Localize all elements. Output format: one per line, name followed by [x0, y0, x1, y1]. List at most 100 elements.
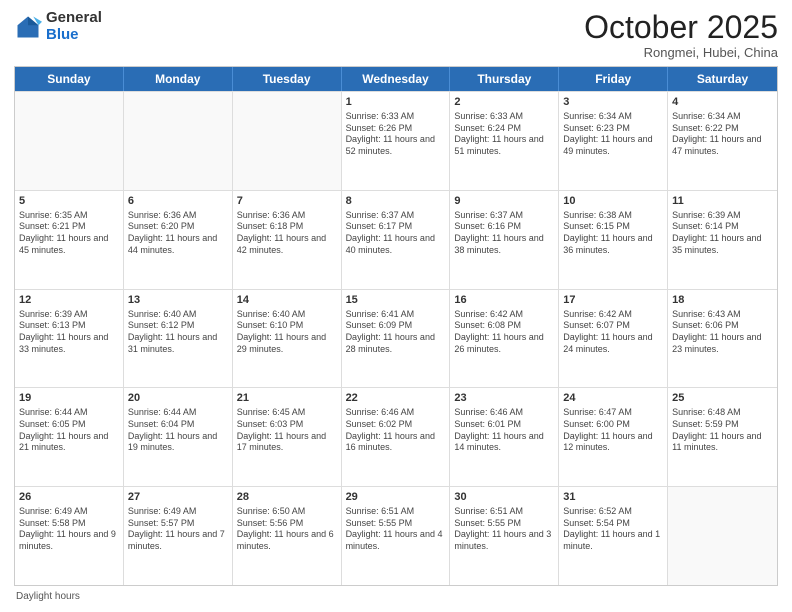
day-info: Sunrise: 6:47 AM Sunset: 6:00 PM Dayligh… — [563, 407, 663, 454]
day-number: 22 — [346, 391, 446, 406]
day-number: 3 — [563, 95, 663, 110]
day-number: 6 — [128, 194, 228, 209]
day-number: 19 — [19, 391, 119, 406]
day-cell-10: 10Sunrise: 6:38 AM Sunset: 6:15 PM Dayli… — [559, 191, 668, 289]
week-row-1: 1Sunrise: 6:33 AM Sunset: 6:26 PM Daylig… — [15, 91, 777, 190]
day-header-wednesday: Wednesday — [342, 67, 451, 91]
day-cell-30: 30Sunrise: 6:51 AM Sunset: 5:55 PM Dayli… — [450, 487, 559, 585]
day-info: Sunrise: 6:36 AM Sunset: 6:20 PM Dayligh… — [128, 210, 228, 257]
day-info: Sunrise: 6:41 AM Sunset: 6:09 PM Dayligh… — [346, 309, 446, 356]
day-info: Sunrise: 6:42 AM Sunset: 6:07 PM Dayligh… — [563, 309, 663, 356]
calendar: SundayMondayTuesdayWednesdayThursdayFrid… — [14, 66, 778, 586]
day-info: Sunrise: 6:45 AM Sunset: 6:03 PM Dayligh… — [237, 407, 337, 454]
day-header-tuesday: Tuesday — [233, 67, 342, 91]
day-cell-4: 4Sunrise: 6:34 AM Sunset: 6:22 PM Daylig… — [668, 92, 777, 190]
day-cell-12: 12Sunrise: 6:39 AM Sunset: 6:13 PM Dayli… — [15, 290, 124, 388]
day-number: 1 — [346, 95, 446, 110]
day-header-monday: Monday — [124, 67, 233, 91]
page: General Blue October 2025 Rongmei, Hubei… — [0, 0, 792, 612]
day-number: 11 — [672, 194, 773, 209]
calendar-body: 1Sunrise: 6:33 AM Sunset: 6:26 PM Daylig… — [15, 91, 777, 585]
logo: General Blue — [14, 10, 102, 43]
day-info: Sunrise: 6:48 AM Sunset: 5:59 PM Dayligh… — [672, 407, 773, 454]
day-info: Sunrise: 6:38 AM Sunset: 6:15 PM Dayligh… — [563, 210, 663, 257]
day-info: Sunrise: 6:40 AM Sunset: 6:10 PM Dayligh… — [237, 309, 337, 356]
day-cell-27: 27Sunrise: 6:49 AM Sunset: 5:57 PM Dayli… — [124, 487, 233, 585]
logo-general: General — [46, 9, 102, 26]
day-number: 25 — [672, 391, 773, 406]
day-cell-20: 20Sunrise: 6:44 AM Sunset: 6:04 PM Dayli… — [124, 388, 233, 486]
day-cell-23: 23Sunrise: 6:46 AM Sunset: 6:01 PM Dayli… — [450, 388, 559, 486]
day-info: Sunrise: 6:49 AM Sunset: 5:57 PM Dayligh… — [128, 506, 228, 553]
day-info: Sunrise: 6:39 AM Sunset: 6:14 PM Dayligh… — [672, 210, 773, 257]
day-cell-2: 2Sunrise: 6:33 AM Sunset: 6:24 PM Daylig… — [450, 92, 559, 190]
week-row-4: 19Sunrise: 6:44 AM Sunset: 6:05 PM Dayli… — [15, 387, 777, 486]
day-info: Sunrise: 6:44 AM Sunset: 6:04 PM Dayligh… — [128, 407, 228, 454]
day-number: 28 — [237, 490, 337, 505]
day-cell-21: 21Sunrise: 6:45 AM Sunset: 6:03 PM Dayli… — [233, 388, 342, 486]
day-number: 14 — [237, 293, 337, 308]
day-info: Sunrise: 6:37 AM Sunset: 6:16 PM Dayligh… — [454, 210, 554, 257]
logo-blue: Blue — [46, 26, 79, 43]
day-cell-3: 3Sunrise: 6:34 AM Sunset: 6:23 PM Daylig… — [559, 92, 668, 190]
day-cell-15: 15Sunrise: 6:41 AM Sunset: 6:09 PM Dayli… — [342, 290, 451, 388]
day-cell-7: 7Sunrise: 6:36 AM Sunset: 6:18 PM Daylig… — [233, 191, 342, 289]
empty-cell — [124, 92, 233, 190]
day-number: 31 — [563, 490, 663, 505]
day-info: Sunrise: 6:37 AM Sunset: 6:17 PM Dayligh… — [346, 210, 446, 257]
day-cell-6: 6Sunrise: 6:36 AM Sunset: 6:20 PM Daylig… — [124, 191, 233, 289]
day-info: Sunrise: 6:42 AM Sunset: 6:08 PM Dayligh… — [454, 309, 554, 356]
day-number: 4 — [672, 95, 773, 110]
day-cell-9: 9Sunrise: 6:37 AM Sunset: 6:16 PM Daylig… — [450, 191, 559, 289]
footer: Daylight hours — [14, 591, 778, 602]
day-number: 2 — [454, 95, 554, 110]
day-info: Sunrise: 6:46 AM Sunset: 6:02 PM Dayligh… — [346, 407, 446, 454]
day-header-sunday: Sunday — [15, 67, 124, 91]
day-info: Sunrise: 6:36 AM Sunset: 6:18 PM Dayligh… — [237, 210, 337, 257]
week-row-5: 26Sunrise: 6:49 AM Sunset: 5:58 PM Dayli… — [15, 486, 777, 585]
day-info: Sunrise: 6:39 AM Sunset: 6:13 PM Dayligh… — [19, 309, 119, 356]
logo-icon — [14, 13, 42, 41]
day-info: Sunrise: 6:49 AM Sunset: 5:58 PM Dayligh… — [19, 506, 119, 553]
day-cell-13: 13Sunrise: 6:40 AM Sunset: 6:12 PM Dayli… — [124, 290, 233, 388]
day-number: 10 — [563, 194, 663, 209]
day-number: 9 — [454, 194, 554, 209]
day-cell-17: 17Sunrise: 6:42 AM Sunset: 6:07 PM Dayli… — [559, 290, 668, 388]
day-info: Sunrise: 6:40 AM Sunset: 6:12 PM Dayligh… — [128, 309, 228, 356]
day-number: 26 — [19, 490, 119, 505]
day-number: 23 — [454, 391, 554, 406]
day-number: 7 — [237, 194, 337, 209]
day-cell-1: 1Sunrise: 6:33 AM Sunset: 6:26 PM Daylig… — [342, 92, 451, 190]
day-cell-31: 31Sunrise: 6:52 AM Sunset: 5:54 PM Dayli… — [559, 487, 668, 585]
day-info: Sunrise: 6:50 AM Sunset: 5:56 PM Dayligh… — [237, 506, 337, 553]
day-number: 21 — [237, 391, 337, 406]
day-header-thursday: Thursday — [450, 67, 559, 91]
day-number: 20 — [128, 391, 228, 406]
day-info: Sunrise: 6:52 AM Sunset: 5:54 PM Dayligh… — [563, 506, 663, 553]
day-number: 24 — [563, 391, 663, 406]
month-title: October 2025 — [584, 10, 778, 45]
calendar-header: SundayMondayTuesdayWednesdayThursdayFrid… — [15, 67, 777, 91]
logo-text: General Blue — [46, 10, 102, 43]
day-number: 17 — [563, 293, 663, 308]
day-number: 13 — [128, 293, 228, 308]
day-number: 12 — [19, 293, 119, 308]
week-row-2: 5Sunrise: 6:35 AM Sunset: 6:21 PM Daylig… — [15, 190, 777, 289]
location-subtitle: Rongmei, Hubei, China — [584, 45, 778, 60]
day-number: 8 — [346, 194, 446, 209]
empty-cell — [15, 92, 124, 190]
day-info: Sunrise: 6:33 AM Sunset: 6:26 PM Dayligh… — [346, 111, 446, 158]
day-cell-22: 22Sunrise: 6:46 AM Sunset: 6:02 PM Dayli… — [342, 388, 451, 486]
empty-cell — [233, 92, 342, 190]
day-number: 29 — [346, 490, 446, 505]
day-number: 15 — [346, 293, 446, 308]
day-info: Sunrise: 6:44 AM Sunset: 6:05 PM Dayligh… — [19, 407, 119, 454]
day-cell-19: 19Sunrise: 6:44 AM Sunset: 6:05 PM Dayli… — [15, 388, 124, 486]
title-block: October 2025 Rongmei, Hubei, China — [584, 10, 778, 60]
day-info: Sunrise: 6:33 AM Sunset: 6:24 PM Dayligh… — [454, 111, 554, 158]
day-info: Sunrise: 6:35 AM Sunset: 6:21 PM Dayligh… — [19, 210, 119, 257]
day-number: 27 — [128, 490, 228, 505]
empty-cell — [668, 487, 777, 585]
day-cell-16: 16Sunrise: 6:42 AM Sunset: 6:08 PM Dayli… — [450, 290, 559, 388]
day-number: 18 — [672, 293, 773, 308]
